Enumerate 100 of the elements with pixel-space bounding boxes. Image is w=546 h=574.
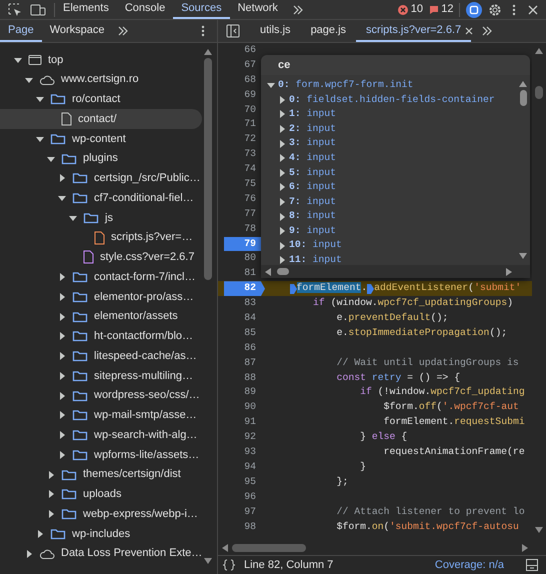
line-number[interactable]: 84 bbox=[218, 311, 265, 326]
tree-item[interactable]: wordpress-seo/css/… bbox=[0, 386, 202, 406]
disclosure-arrow-icon[interactable] bbox=[36, 134, 44, 143]
more-options-icon[interactable] bbox=[512, 4, 516, 16]
tree-item[interactable]: js bbox=[0, 208, 202, 228]
tree-item[interactable]: wp-search-with-alg… bbox=[0, 425, 202, 445]
disclosure-arrow-icon[interactable] bbox=[278, 125, 286, 134]
tree-item[interactable]: sitepress-multiling… bbox=[0, 366, 202, 386]
scroll-up-icon[interactable] bbox=[519, 81, 527, 87]
breakpoint-line-number[interactable]: 82 bbox=[224, 281, 265, 296]
line-number[interactable]: 91 bbox=[218, 415, 265, 430]
disclosure-arrow-icon[interactable] bbox=[278, 256, 286, 264]
disclosure-arrow-icon[interactable] bbox=[267, 81, 275, 90]
line-number[interactable]: 89 bbox=[218, 385, 265, 400]
line-number[interactable]: 97 bbox=[218, 504, 265, 520]
disclosure-arrow-icon[interactable] bbox=[58, 174, 66, 182]
disclosure-arrow-icon[interactable] bbox=[278, 110, 286, 118]
disclosure-arrow-icon[interactable] bbox=[25, 550, 33, 558]
disclosure-arrow-icon[interactable] bbox=[278, 168, 286, 177]
disclosure-arrow-icon[interactable] bbox=[278, 242, 286, 250]
tree-item[interactable]: themes/certsign/dist bbox=[0, 464, 202, 484]
disclosure-arrow-icon[interactable] bbox=[14, 56, 22, 64]
line-number[interactable]: 88 bbox=[218, 370, 265, 386]
line-number[interactable]: 83 bbox=[218, 296, 265, 312]
line-number[interactable]: 86 bbox=[218, 340, 265, 356]
tree-item[interactable]: wp-includes bbox=[0, 524, 202, 544]
line-number[interactable]: 66 bbox=[218, 43, 265, 58]
scrollbar-thumb[interactable] bbox=[204, 58, 212, 280]
disclosure-arrow-icon[interactable] bbox=[278, 212, 286, 221]
file-tab[interactable]: page.js bbox=[300, 20, 356, 42]
disclosure-arrow-icon[interactable] bbox=[47, 154, 55, 163]
disclosure-arrow-icon[interactable] bbox=[25, 76, 33, 84]
scroll-right-icon[interactable] bbox=[506, 268, 512, 276]
scrollbar-thumb[interactable] bbox=[232, 544, 306, 552]
line-number[interactable]: 92 bbox=[218, 430, 265, 446]
line-number[interactable]: 98 bbox=[218, 520, 265, 534]
scrollbar-thumb[interactable] bbox=[535, 86, 543, 99]
close-tab-icon[interactable] bbox=[465, 27, 474, 35]
tree-item[interactable]: elementor-pro/ass… bbox=[0, 287, 202, 307]
file-tab[interactable]: utils.js bbox=[250, 20, 301, 42]
disclosure-arrow-icon[interactable] bbox=[58, 352, 66, 360]
disclosure-arrow-icon[interactable] bbox=[278, 227, 286, 236]
device-toolbar-icon[interactable] bbox=[30, 2, 46, 16]
more-tabs-icon[interactable] bbox=[292, 4, 304, 14]
disclosure-arrow-icon[interactable] bbox=[47, 470, 55, 479]
disclosure-arrow-icon[interactable] bbox=[58, 450, 66, 459]
assistant-icon[interactable] bbox=[466, 2, 482, 18]
tree-item[interactable]: cf7-conditional-fiel… bbox=[0, 188, 202, 208]
inline-breakpoint-icon[interactable] bbox=[367, 284, 374, 294]
line-number[interactable]: 67 bbox=[218, 58, 265, 73]
tree-item[interactable]: webp-express/webp-i… bbox=[0, 504, 202, 524]
drawer-icon[interactable] bbox=[526, 559, 538, 571]
scroll-down-icon[interactable] bbox=[519, 253, 527, 259]
disclosure-arrow-icon[interactable] bbox=[58, 194, 66, 202]
disclosure-arrow-icon[interactable] bbox=[58, 411, 66, 420]
inspect-icon[interactable] bbox=[8, 2, 22, 16]
scroll-left-icon[interactable] bbox=[265, 268, 271, 276]
disclosure-arrow-icon[interactable] bbox=[58, 332, 66, 340]
tree-item[interactable]: style.css?ver=2.6.7 bbox=[0, 248, 202, 268]
pretty-print-icon[interactable] bbox=[222, 559, 236, 571]
disclosure-arrow-icon[interactable] bbox=[278, 154, 286, 162]
tree-item[interactable]: www.certsign.ro bbox=[0, 70, 202, 90]
sidebar-toggle-icon[interactable] bbox=[226, 24, 240, 38]
disclosure-arrow-icon[interactable] bbox=[36, 530, 44, 538]
disclosure-arrow-icon[interactable] bbox=[278, 183, 286, 192]
tree-item[interactable]: litespeed-cache/as… bbox=[0, 346, 202, 366]
line-number[interactable]: 81 bbox=[218, 266, 265, 282]
disclosure-arrow-icon[interactable] bbox=[58, 431, 66, 440]
line-number[interactable]: 85 bbox=[218, 326, 265, 341]
scrollbar-thumb[interactable] bbox=[520, 90, 526, 106]
navigator-tab[interactable]: Workspace bbox=[42, 20, 113, 42]
tree-item[interactable]: elementor/assets bbox=[0, 306, 202, 326]
scroll-down-icon[interactable] bbox=[204, 558, 212, 564]
line-number[interactable]: 87 bbox=[218, 356, 265, 371]
tree-item[interactable]: wp-mail-smtp/asse… bbox=[0, 406, 202, 426]
more-tabs-icon[interactable] bbox=[481, 26, 494, 36]
disclosure-arrow-icon[interactable] bbox=[69, 214, 77, 222]
disclosure-arrow-icon[interactable] bbox=[47, 490, 55, 498]
line-number[interactable]: 90 bbox=[218, 400, 265, 416]
tree-item[interactable]: ht-contactform/blo… bbox=[0, 326, 202, 346]
tree-item[interactable]: plugins bbox=[0, 148, 202, 168]
line-number[interactable]: 96 bbox=[218, 490, 265, 505]
panel-tab[interactable]: Console bbox=[116, 0, 174, 19]
scroll-left-icon[interactable] bbox=[222, 544, 228, 552]
scroll-right-icon[interactable] bbox=[522, 544, 528, 552]
line-number[interactable]: 93 bbox=[218, 445, 265, 460]
navigator-tab[interactable]: Page bbox=[0, 20, 42, 42]
disclosure-arrow-icon[interactable] bbox=[58, 392, 66, 400]
line-number[interactable]: 95 bbox=[218, 474, 265, 490]
tree-item[interactable]: uploads bbox=[0, 484, 202, 504]
disclosure-arrow-icon[interactable] bbox=[47, 510, 55, 518]
disclosure-arrow-icon[interactable] bbox=[58, 372, 66, 380]
settings-icon[interactable] bbox=[488, 2, 502, 16]
disclosure-arrow-icon[interactable] bbox=[36, 95, 44, 104]
more-options-icon[interactable] bbox=[201, 25, 205, 37]
panel-tab[interactable]: Network bbox=[230, 0, 286, 19]
tree-item[interactable]: certsign_/src/Public… bbox=[0, 168, 202, 188]
disclosure-arrow-icon[interactable] bbox=[58, 312, 66, 321]
tree-item[interactable]: Data Loss Prevention Exte… bbox=[0, 544, 202, 564]
coverage-link[interactable]: Coverage: n/a bbox=[434, 556, 504, 574]
